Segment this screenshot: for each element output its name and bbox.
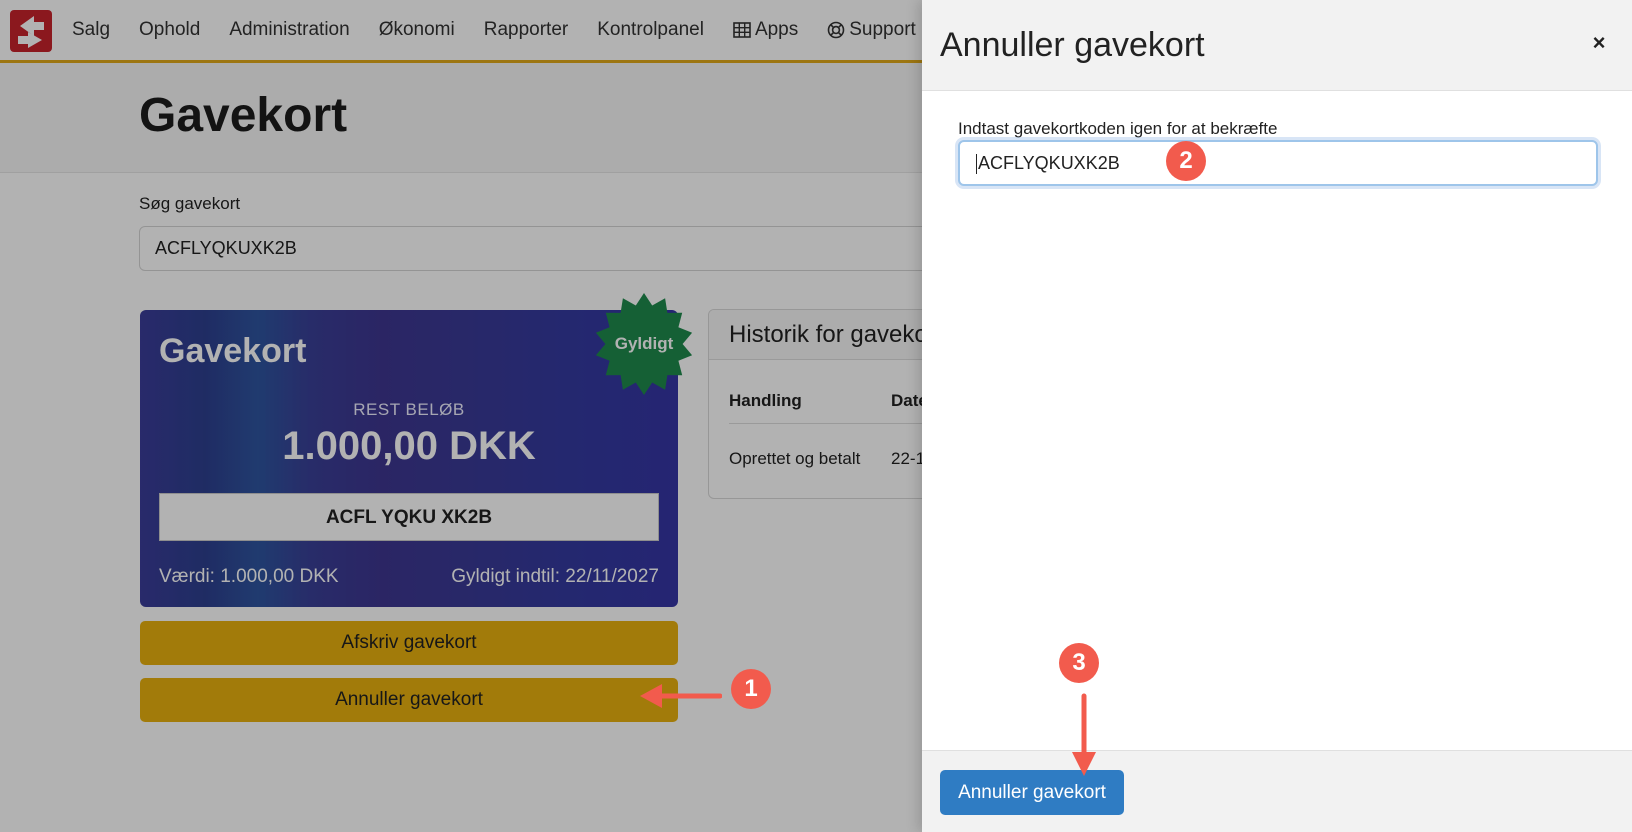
annotation-arrow-1 — [640, 684, 722, 708]
confirm-code-label: Indtast gavekortkoden igen for at bekræf… — [958, 119, 1278, 138]
modal-backdrop[interactable] — [0, 0, 922, 832]
panel-footer: Annuller gavekort — [922, 750, 1632, 832]
panel-title: Annuller gavekort — [940, 26, 1205, 64]
annotation-step-3: 3 — [1059, 643, 1099, 683]
panel-header: Annuller gavekort × — [922, 0, 1632, 91]
annotation-arrow-3 — [1072, 693, 1096, 776]
cancel-giftcard-panel: Annuller gavekort × Indtast gavekortkode… — [922, 0, 1632, 832]
text-caret — [976, 154, 977, 175]
confirm-code-value: ACFLYQKUXK2B — [978, 153, 1120, 173]
annotation-step-2: 2 — [1166, 141, 1206, 181]
close-icon[interactable]: × — [1588, 32, 1610, 54]
confirm-code-input[interactable]: ACFLYQKUXK2B — [958, 140, 1598, 186]
annotation-step-1: 1 — [731, 669, 771, 709]
